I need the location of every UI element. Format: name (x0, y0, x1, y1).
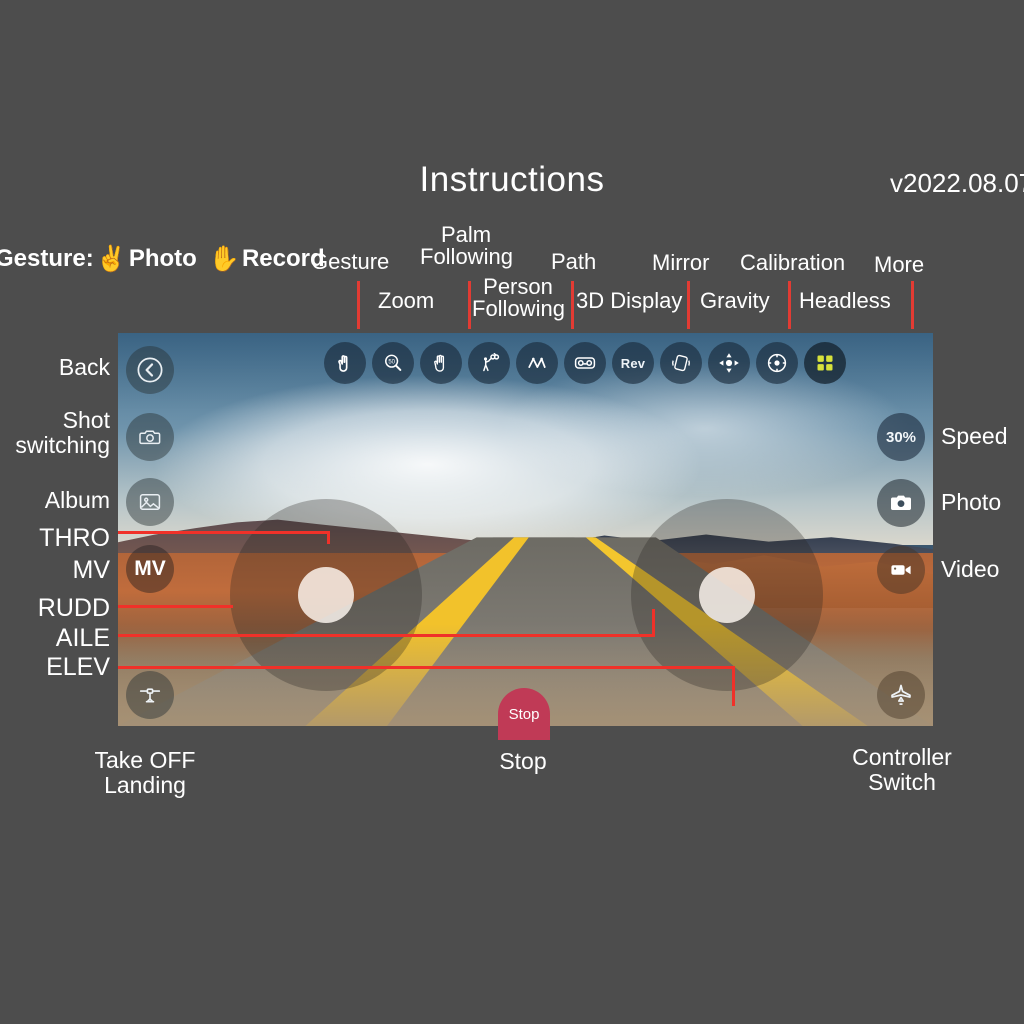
open-palm-icon: ✋ (208, 244, 240, 273)
stop-button[interactable]: Stop (498, 688, 550, 740)
callout-aile: AILE (55, 624, 110, 652)
3d-display-icon[interactable] (564, 342, 606, 384)
headless-icon[interactable] (756, 342, 798, 384)
left-joystick-knob[interactable] (298, 567, 354, 623)
leader-line-thro (118, 531, 330, 534)
zoom-icon[interactable]: 50 (372, 342, 414, 384)
controller-switch-button[interactable] (877, 671, 925, 719)
annotation-gravity: Gravity (700, 288, 770, 313)
more-icon[interactable] (804, 342, 846, 384)
tick-mark (357, 281, 360, 329)
album-button[interactable] (126, 478, 174, 526)
version-label: v2022.08.07 (890, 168, 1024, 198)
annotation-headless: Headless (799, 288, 891, 313)
tick-mark (468, 281, 471, 329)
tick-mark (571, 281, 574, 329)
callout-video: Video (941, 556, 1000, 582)
annotation-mirror: Mirror (652, 250, 710, 275)
app-top-toolbar: 50 Rev (324, 342, 846, 384)
callout-shot-switching: Shot switching (15, 407, 110, 458)
leader-line-elev (118, 666, 735, 669)
tick-mark (788, 281, 791, 329)
gesture-legend-label: Gesture: (0, 245, 94, 272)
gesture-photo-label: Photo (128, 245, 197, 272)
annotation-more: More (874, 252, 925, 277)
callout-stop: Stop (499, 748, 547, 774)
callout-controller-switch: Controller Switch (852, 744, 952, 795)
callout-takeoff-landing: Take OFF Landing (94, 747, 196, 798)
back-button[interactable] (126, 346, 174, 394)
instructions-page: Instructions v2022.08.07 Gesture: ✌ Phot… (0, 0, 1024, 1024)
shot-switching-button[interactable] (126, 413, 174, 461)
callout-speed: Speed (941, 423, 1008, 449)
annotation-path: Path (551, 249, 597, 274)
callout-elev: ELEV (46, 653, 110, 681)
photo-button[interactable] (877, 479, 925, 527)
gravity-icon[interactable] (660, 342, 702, 384)
speed-button[interactable]: 30% (877, 413, 925, 461)
tick-mark (911, 281, 914, 329)
takeoff-landing-button[interactable] (126, 671, 174, 719)
annotation-person-following: Person Following (472, 274, 565, 322)
gesture-legend: Gesture: ✌ Photo ✋ Record (0, 245, 325, 273)
svg-text:50: 50 (388, 360, 395, 366)
annotation-zoom: Zoom (378, 288, 435, 313)
right-joystick[interactable] (631, 499, 823, 691)
annotation-3d-display: 3D Display (576, 288, 683, 313)
calibration-icon[interactable] (708, 342, 750, 384)
leader-line-aile-riser (652, 609, 655, 637)
gesture-icon[interactable] (324, 342, 366, 384)
path-icon[interactable] (516, 342, 558, 384)
annotation-calibration: Calibration (740, 250, 846, 275)
callout-photo: Photo (941, 489, 1002, 515)
leader-line-thro-drop (327, 531, 330, 544)
video-button[interactable] (877, 546, 925, 594)
callout-rudd: RUDD (37, 594, 110, 622)
leader-line-rudd (118, 605, 233, 608)
tick-mark (687, 281, 690, 329)
leader-line-elev-drop (732, 666, 735, 706)
annotation-palm-following: Palm Following PalmFollowing (420, 222, 513, 270)
callout-back: Back (58, 354, 110, 380)
annotation-gesture: Gesture (311, 249, 390, 274)
left-joystick[interactable] (230, 499, 422, 691)
right-joystick-knob[interactable] (699, 567, 755, 623)
mirror-icon[interactable]: Rev (612, 342, 654, 384)
callout-album: Album (44, 487, 110, 513)
page-title: Instructions (419, 160, 605, 199)
leader-line-aile (118, 634, 655, 637)
callout-thro: THRO (39, 524, 110, 552)
callout-mv: MV (72, 556, 111, 584)
palm-following-icon[interactable] (420, 342, 462, 384)
victory-hand-icon: ✌ (95, 244, 127, 273)
mv-button[interactable]: MV (126, 545, 174, 593)
person-following-icon[interactable] (468, 342, 510, 384)
